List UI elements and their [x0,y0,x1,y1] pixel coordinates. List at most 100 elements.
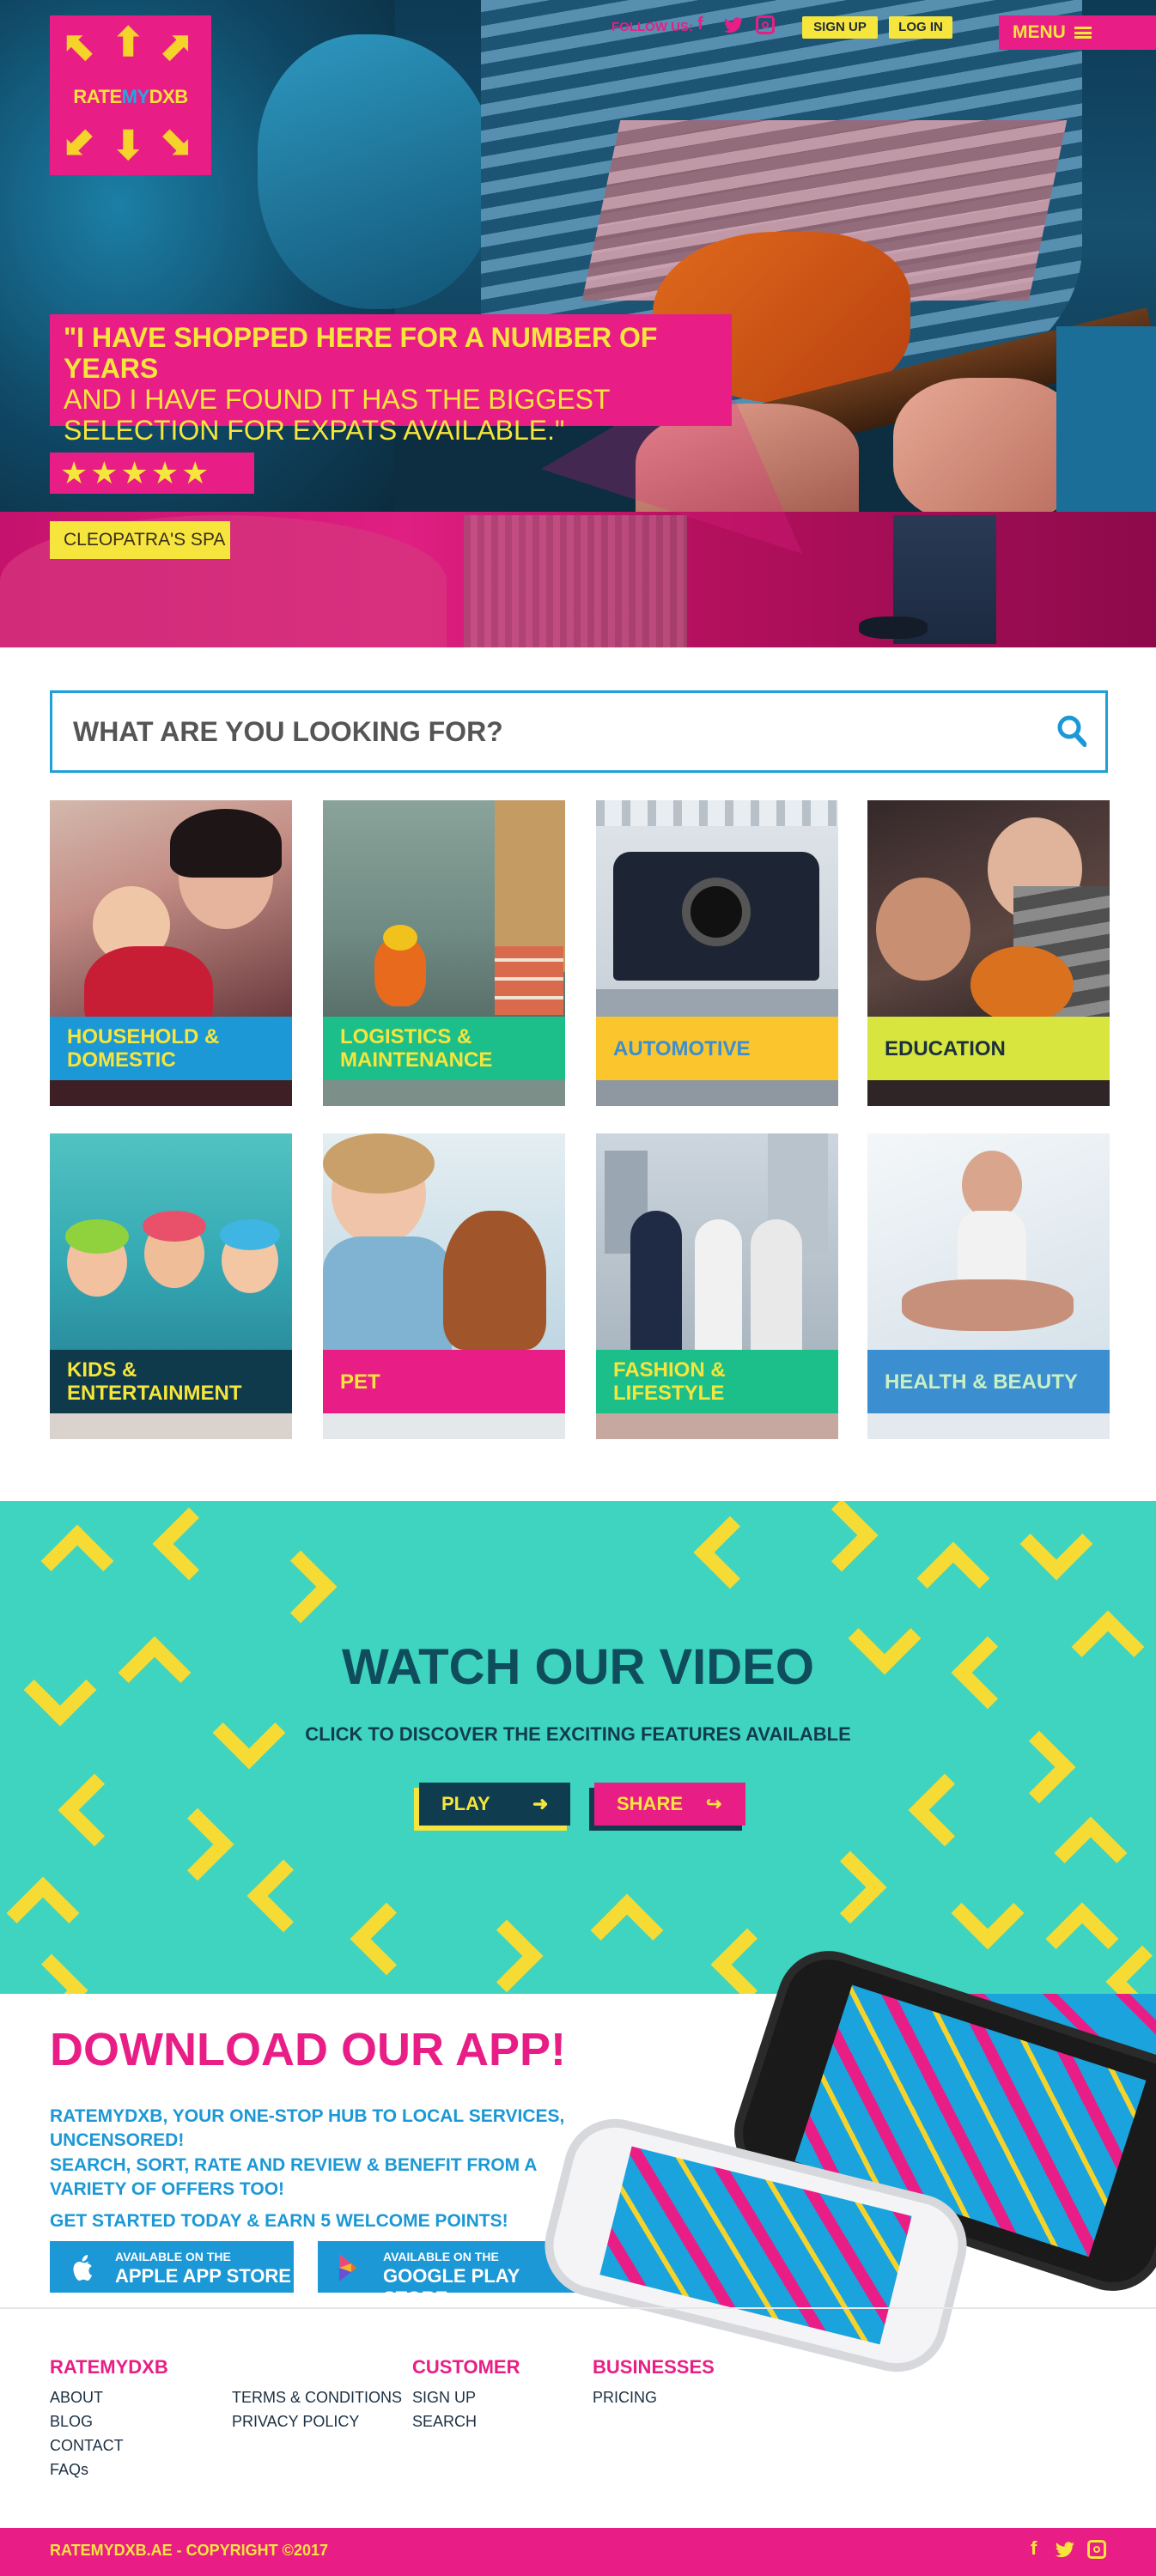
education-photo [867,800,1110,1024]
category-health[interactable]: HEALTH & BEAUTY [867,1133,1110,1439]
apple-icon [67,2251,98,2282]
category-fashion[interactable]: FASHION & LIFESTYLE [596,1133,838,1439]
footer-link-pricing[interactable]: PRICING [593,2389,657,2407]
footer-divider [0,2307,1156,2309]
hero-photo-sleeve [1056,326,1156,515]
business-name-badge[interactable]: CLEOPATRA'S SPA [50,521,230,559]
household-photo-hair [170,809,282,878]
arrow-right-icon: ➜ [532,1793,549,1814]
log-in-button[interactable]: LOG IN [889,16,952,39]
star-rating: ★★★★★ [50,453,254,494]
decor-arrow-icon [15,1953,88,1994]
facebook-icon[interactable]: f [697,15,703,34]
decor-arrow-icon [152,1507,226,1581]
category-label-logistics: LOGISTICS & MAINTENANCE [323,1017,565,1080]
logo-arrow-up-left-icon: ⬉ [62,23,95,68]
decor-arrow-icon [951,1876,1025,1950]
google-play-big: GOOGLE PLAY STORE [383,2265,520,2309]
pet-photo-vet-hair [323,1133,435,1194]
search-input[interactable] [73,710,1018,753]
health-photo-legs [902,1279,1074,1331]
decor-arrow-icon [1054,1816,1128,1890]
logo-dxb: DXB [149,86,188,107]
footer-facebook-icon[interactable]: f [1031,2537,1037,2560]
site-logo[interactable]: ⬉ ⬆ ⬈ RATEMYDXB ⬋ ⬇ ⬊ [50,15,211,175]
category-automotive[interactable]: AUTOMOTIVE [596,800,838,1106]
category-label-line1: HEALTH & BEAUTY [885,1370,1078,1394]
automotive-photo-floor [596,989,838,1017]
health-photo-woman [962,1151,1022,1219]
menu-label: MENU [1013,22,1066,42]
search-box[interactable] [50,690,1108,773]
footer-link-search[interactable]: SEARCH [412,2413,477,2431]
video-section [0,1501,1156,1994]
share-button[interactable]: SHARE ↪ [594,1783,745,1826]
logo-arrow-down-icon: ⬇ [112,123,145,167]
fashion-photo-bottom [596,1413,838,1439]
category-pet[interactable]: PET [323,1133,565,1439]
video-subtitle: CLICK TO DISCOVER THE EXCITING FEATURES … [305,1723,851,1745]
category-label-line1: EDUCATION [885,1036,1006,1060]
footer-twitter-icon[interactable] [1055,2542,1075,2559]
footer-link-about[interactable]: ABOUT [50,2389,103,2407]
app-text-line4: VARIETY OF OFFERS TOO! [50,2179,285,2199]
footer-link-faqs[interactable]: FAQs [50,2461,88,2479]
footer-link-terms[interactable]: TERMS & CONDITIONS [232,2389,402,2407]
automotive-photo-lift [596,800,838,826]
fashion-photo [596,1133,838,1350]
decor-arrow-icon [916,1541,990,1615]
search-icon[interactable] [1057,714,1087,749]
category-household[interactable]: HOUSEHOLD & DOMESTIC [50,800,292,1106]
twitter-icon[interactable] [723,17,744,34]
category-kids[interactable]: KIDS & ENTERTAINMENT [50,1133,292,1439]
footer-col4-heading: BUSINESSES [593,2356,715,2378]
logistics-photo-helmet [383,925,417,951]
category-label-kids: KIDS & ENTERTAINMENT [50,1350,292,1413]
category-label-fashion: FASHION & LIFESTYLE [596,1350,838,1413]
category-label-health: HEALTH & BEAUTY [867,1350,1110,1413]
category-logistics[interactable]: LOGISTICS & MAINTENANCE [323,800,565,1106]
decor-arrow-icon [805,1501,879,1572]
hamburger-icon [1074,27,1092,39]
logo-arrow-down-left-icon: ⬋ [62,119,95,164]
google-play-icon [337,2253,366,2282]
footer-link-blog[interactable]: BLOG [50,2413,93,2431]
household-photo [50,800,292,1049]
automotive-photo [596,800,838,1017]
decor-arrow-icon [246,1859,320,1933]
logistics-photo [323,800,565,1017]
category-education[interactable]: EDUCATION [867,800,1110,1106]
decor-arrow-icon [6,1876,80,1950]
menu-button[interactable]: MENU [999,15,1156,50]
footer-link-privacy[interactable]: PRIVACY POLICY [232,2413,359,2431]
automotive-photo-wheel [682,878,751,946]
google-play-small: AVAILABLE ON THE [383,2250,499,2263]
decor-arrow-icon [1019,1507,1093,1581]
follow-us-label: FOLLOW US: [611,20,693,34]
pet-photo-bottom [323,1413,565,1439]
share-icon: ↪ [706,1793,722,1814]
footer-link-signup[interactable]: SIGN UP [412,2389,476,2407]
instagram-icon[interactable] [756,15,775,34]
fashion-photo-woman [695,1219,742,1350]
footer-instagram-icon[interactable] [1087,2540,1106,2559]
decor-arrow-icon [470,1919,544,1993]
kids-photo-cap1 [65,1219,129,1254]
kids-photo-cap3 [220,1219,280,1250]
kids-photo [50,1133,292,1350]
apple-store-small: AVAILABLE ON THE [115,2250,231,2263]
fashion-photo-man1 [630,1211,682,1350]
pet-photo [323,1133,565,1350]
logo-my: MY [121,86,150,107]
play-button[interactable]: PLAY ➜ [419,1783,570,1826]
apple-store-button[interactable]: AVAILABLE ON THE APPLE APP STORE [50,2241,294,2293]
play-label: PLAY [441,1793,490,1814]
sign-up-button[interactable]: SIGN UP [802,16,878,39]
decor-arrow-icon [350,1902,423,1976]
app-cta: GET STARTED TODAY & EARN 5 WELCOME POINT… [50,2211,508,2231]
google-play-button[interactable]: AVAILABLE ON THE GOOGLE PLAY STORE [318,2241,581,2309]
footer-link-contact[interactable]: CONTACT [50,2437,124,2455]
category-label-line1: AUTOMOTIVE [613,1036,751,1060]
category-label-line1: KIDS & [67,1358,137,1382]
pet-photo-coat [323,1236,452,1350]
